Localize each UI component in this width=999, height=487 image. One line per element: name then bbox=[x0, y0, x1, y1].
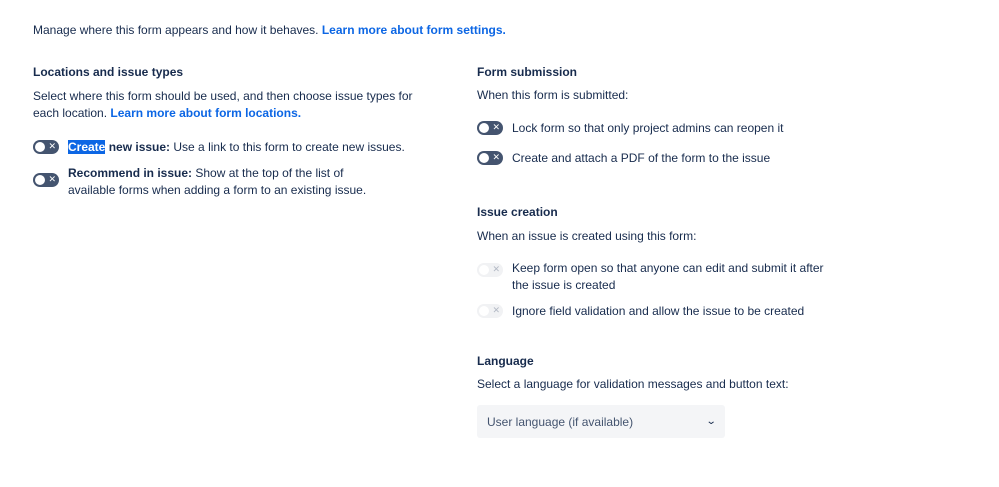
toggle-off-icon: ✕ bbox=[492, 153, 500, 163]
toggle-knob bbox=[35, 142, 45, 152]
attach-pdf-toggle[interactable]: ✕ bbox=[477, 151, 503, 165]
keep-form-open-option: ✕ Keep form open so that anyone can edit… bbox=[477, 260, 857, 294]
recommend-in-issue-toggle[interactable]: ✕ bbox=[33, 173, 59, 187]
ignore-validation-label: Ignore field validation and allow the is… bbox=[512, 304, 805, 318]
language-title: Language bbox=[477, 354, 534, 368]
toggle-knob bbox=[479, 306, 489, 316]
ignore-validation-option: ✕ Ignore field validation and allow the … bbox=[477, 303, 857, 320]
lock-form-label: Lock form so that only project admins ca… bbox=[512, 121, 784, 135]
attach-pdf-option: ✕ Create and attach a PDF of the form to… bbox=[477, 150, 857, 167]
recommend-in-issue-option: ✕ Recommend in issue: Show at the top of… bbox=[33, 165, 413, 199]
create-new-issue-toggle[interactable]: ✕ bbox=[33, 140, 59, 154]
toggle-off-icon: ✕ bbox=[492, 265, 500, 275]
toggle-off-icon: ✕ bbox=[48, 142, 56, 152]
issue-creation-title: Issue creation bbox=[477, 205, 558, 219]
intro-description: Manage where this form appears and how i… bbox=[33, 23, 322, 37]
language-section: Language Select a language for validatio… bbox=[477, 353, 857, 393]
toggle-knob bbox=[35, 175, 45, 185]
toggle-off-icon: ✕ bbox=[492, 306, 500, 316]
toggle-knob bbox=[479, 153, 489, 163]
issue-creation-description: When an issue is created using this form… bbox=[477, 229, 697, 243]
language-select-value: User language (if available) bbox=[487, 414, 634, 429]
lock-form-toggle[interactable]: ✕ bbox=[477, 121, 503, 135]
keep-form-open-label: Keep form open so that anyone can edit a… bbox=[512, 261, 824, 292]
locations-description: Select where this form should be used, a… bbox=[33, 89, 413, 120]
form-settings-link[interactable]: Learn more about form settings. bbox=[322, 23, 506, 37]
intro-text: Manage where this form appears and how i… bbox=[33, 22, 506, 38]
attach-pdf-label: Create and attach a PDF of the form to t… bbox=[512, 151, 771, 165]
toggle-knob bbox=[479, 123, 489, 133]
keep-form-open-toggle[interactable]: ✕ bbox=[477, 263, 503, 277]
locations-section: Locations and issue types Select where t… bbox=[33, 64, 413, 199]
lock-form-option: ✕ Lock form so that only project admins … bbox=[477, 120, 857, 137]
ignore-validation-toggle[interactable]: ✕ bbox=[477, 304, 503, 318]
create-new-issue-label: Create new issue: Use a link to this for… bbox=[68, 140, 405, 154]
form-submission-description: When this form is submitted: bbox=[477, 88, 629, 102]
locations-title: Locations and issue types bbox=[33, 65, 184, 79]
recommend-in-issue-label: Recommend in issue: Show at the top of t… bbox=[68, 166, 367, 197]
issue-creation-section: Issue creation When an issue is created … bbox=[477, 204, 857, 320]
create-new-issue-option: ✕ Create new issue: Use a link to this f… bbox=[33, 139, 413, 156]
toggle-off-icon: ✕ bbox=[492, 123, 500, 133]
language-description: Select a language for validation message… bbox=[477, 377, 789, 391]
chevron-down-icon: ⌄ bbox=[705, 416, 717, 427]
language-select[interactable]: User language (if available) ⌄ bbox=[477, 405, 725, 438]
toggle-knob bbox=[479, 265, 489, 275]
form-submission-title: Form submission bbox=[477, 65, 578, 79]
toggle-off-icon: ✕ bbox=[48, 175, 56, 185]
form-locations-link[interactable]: Learn more about form locations. bbox=[110, 106, 301, 120]
form-submission-section: Form submission When this form is submit… bbox=[477, 64, 857, 167]
